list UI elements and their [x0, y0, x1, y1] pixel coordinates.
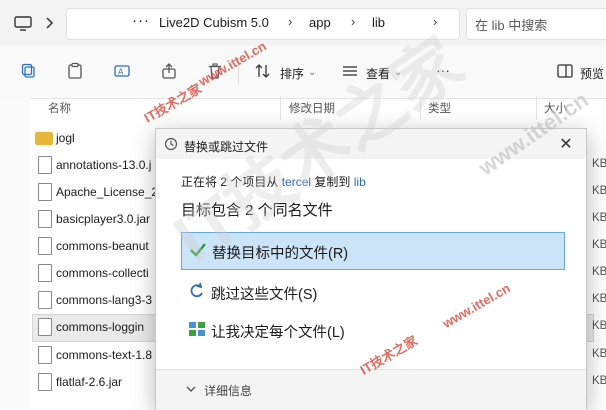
file-name: basicplayer3.0.jar — [56, 212, 151, 226]
file-icon — [38, 291, 52, 309]
file-name: commons-loggin — [56, 320, 145, 334]
rename-icon[interactable]: A — [113, 62, 131, 80]
view-button[interactable]: 查看 — [366, 65, 390, 82]
copy-progress-icon — [164, 137, 178, 151]
file-name: annotations-13.0.j — [56, 158, 152, 172]
preview-button[interactable]: 预览 — [580, 65, 604, 82]
decide-each-file-button[interactable]: 让我决定每个文件(L) — [181, 312, 563, 348]
column-header-size[interactable]: 大小 — [544, 100, 567, 116]
checkmark-icon — [190, 243, 206, 257]
column-header-name[interactable]: 名称 — [48, 100, 71, 116]
skip-files-button[interactable]: 跳过这些文件(S) — [181, 274, 563, 310]
dialog-heading: 目标包含 2 个同名文件 — [181, 202, 333, 219]
replace-files-button[interactable]: 替换目标中的文件(R) — [181, 232, 565, 270]
breadcrumb-item[interactable]: lib — [372, 15, 385, 30]
chevron-right-icon[interactable] — [38, 12, 60, 34]
destination-folder-link[interactable]: lib — [354, 175, 366, 189]
overflow-crumbs-icon[interactable]: ··· — [132, 12, 150, 29]
column-header-type[interactable]: 类型 — [428, 100, 451, 116]
paste-icon[interactable] — [66, 62, 84, 80]
navigation-pane — [0, 98, 30, 408]
more-details-button[interactable]: 详细信息 — [204, 382, 252, 399]
sort-button[interactable]: 排序 — [280, 65, 304, 82]
view-icon[interactable] — [341, 62, 359, 80]
file-name: commons-text-1.8 — [56, 348, 153, 362]
copy-icon[interactable] — [20, 62, 38, 80]
more-options-icon[interactable]: ··· — [436, 62, 450, 78]
column-divider[interactable] — [280, 96, 281, 120]
file-icon — [38, 318, 52, 336]
file-name: Apache_License_2 — [56, 185, 159, 199]
file-size: KB — [592, 185, 606, 197]
file-name: commons-lang3-3 — [56, 293, 153, 307]
skip-files-label: 跳过这些文件(S) — [211, 287, 318, 303]
column-divider[interactable] — [420, 96, 421, 120]
replace-files-label: 替换目标中的文件(R) — [212, 246, 349, 262]
folder-icon — [35, 132, 53, 145]
chevron-down-icon[interactable]: ⌄ — [308, 67, 316, 78]
chevron-right-icon: › — [288, 14, 293, 29]
file-icon — [38, 264, 52, 282]
file-size: KB — [592, 266, 606, 278]
file-size: KB — [592, 320, 606, 332]
file-icon — [38, 373, 52, 391]
file-icon — [38, 183, 52, 201]
chevron-down-icon[interactable] — [184, 382, 198, 396]
search-placeholder: 在 lib 中搜索 — [475, 18, 548, 33]
progress-middle: 复制到 — [314, 175, 351, 189]
breadcrumb-item[interactable]: Live2D Cubism 5.0 — [159, 15, 269, 30]
progress-prefix: 正在将 2 个项目从 — [181, 175, 279, 189]
file-name: flatlaf-2.6.jar — [56, 375, 123, 389]
dialog-title: 替换或跳过文件 — [184, 140, 269, 154]
dialog-footer: 详细信息 — [156, 369, 586, 410]
chevron-down-icon[interactable]: ⌄ — [394, 67, 402, 78]
file-name: commons-beanut — [56, 239, 149, 253]
skip-icon — [190, 282, 203, 298]
share-icon[interactable] — [160, 62, 178, 80]
file-size: KB — [592, 158, 606, 170]
file-name: jogl — [56, 131, 75, 145]
column-header-modified[interactable]: 修改日期 — [289, 100, 335, 116]
file-size: KB — [592, 348, 606, 360]
file-icon — [38, 156, 52, 174]
svg-text:A: A — [118, 68, 124, 77]
copy-progress-text: 正在将 2 个项目从 tercel 复制到 lib — [181, 173, 366, 190]
source-folder-link[interactable]: tercel — [282, 175, 311, 189]
decide-each-file-label: 让我决定每个文件(L) — [211, 325, 345, 341]
file-name: commons-collecti — [56, 266, 149, 280]
pc-icon[interactable] — [12, 12, 34, 34]
delete-icon[interactable] — [206, 62, 224, 80]
file-icon — [38, 210, 52, 228]
file-size: KB — [592, 239, 606, 251]
preview-pane-icon[interactable] — [556, 62, 574, 80]
file-size: KB — [592, 212, 606, 224]
sort-icon[interactable] — [254, 62, 272, 80]
close-button[interactable]: ✕ — [556, 134, 576, 154]
file-icon — [38, 346, 52, 364]
toolbar-divider — [238, 60, 239, 84]
compare-files-icon — [189, 322, 205, 336]
file-icon — [38, 237, 52, 255]
column-divider[interactable] — [536, 96, 537, 120]
replace-or-skip-dialog: 替换或跳过文件 ✕ 正在将 2 个项目从 tercel 复制到 lib 目标包含… — [155, 128, 587, 410]
breadcrumb-item[interactable]: app — [309, 15, 331, 30]
file-size: KB — [592, 293, 606, 305]
file-size: KB — [592, 375, 606, 387]
chevron-down-icon[interactable]: › — [433, 14, 437, 29]
chevron-right-icon: › — [351, 14, 356, 29]
